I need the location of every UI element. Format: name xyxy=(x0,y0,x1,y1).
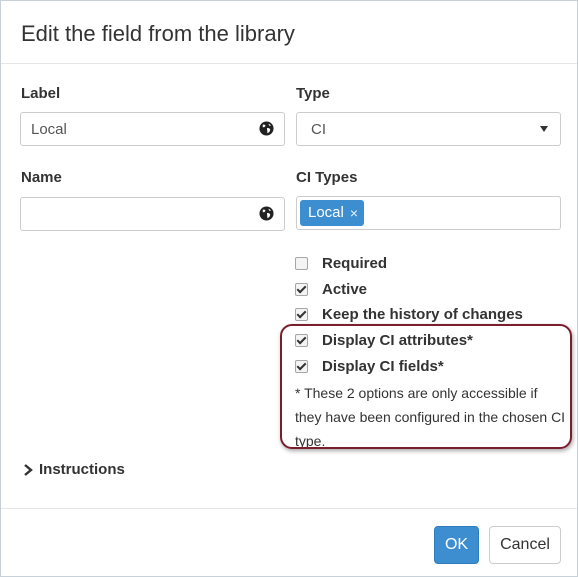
type-field-label: Type xyxy=(296,85,330,102)
required-checkbox[interactable] xyxy=(295,257,308,270)
keep-history-label: Keep the history of changes xyxy=(322,306,523,323)
active-checkbox[interactable] xyxy=(295,283,308,296)
name-field-label: Name xyxy=(21,169,62,186)
ci-type-tag: Local × xyxy=(300,200,365,226)
cancel-button[interactable]: Cancel xyxy=(489,526,561,564)
globe-icon[interactable] xyxy=(259,121,274,136)
globe-icon[interactable] xyxy=(259,206,274,221)
highlight-callout xyxy=(280,324,572,449)
ci-types-multiselect[interactable]: Local × xyxy=(296,196,561,230)
name-input[interactable] xyxy=(20,197,285,231)
dialog-header: Edit the field from the library xyxy=(1,1,577,64)
required-label: Required xyxy=(322,255,388,272)
keep-history-checkbox[interactable] xyxy=(295,308,308,321)
chevron-right-icon xyxy=(24,463,33,476)
type-select-value: CI xyxy=(311,121,326,138)
option-required[interactable]: Required xyxy=(295,255,387,272)
label-input[interactable]: Local xyxy=(20,112,285,146)
instructions-toggle[interactable]: Instructions xyxy=(23,461,125,478)
ci-type-tag-label: Local xyxy=(308,204,344,221)
remove-tag-icon[interactable]: × xyxy=(350,200,358,226)
option-active[interactable]: Active xyxy=(295,281,367,298)
edit-field-dialog: Edit the field from the library Label Lo… xyxy=(0,0,578,577)
instructions-label: Instructions xyxy=(39,461,125,478)
label-field-label: Label xyxy=(21,85,61,102)
active-label: Active xyxy=(322,281,368,298)
ok-button[interactable]: OK xyxy=(434,526,479,564)
caret-down-icon xyxy=(540,126,548,132)
type-select[interactable]: CI xyxy=(296,112,561,146)
dialog-title: Edit the field from the library xyxy=(21,21,295,46)
dialog-footer: OK Cancel xyxy=(1,508,577,577)
label-input-value: Local xyxy=(31,121,67,138)
ci-types-field-label: CI Types xyxy=(296,169,358,186)
option-keep-history[interactable]: Keep the history of changes xyxy=(295,306,523,323)
